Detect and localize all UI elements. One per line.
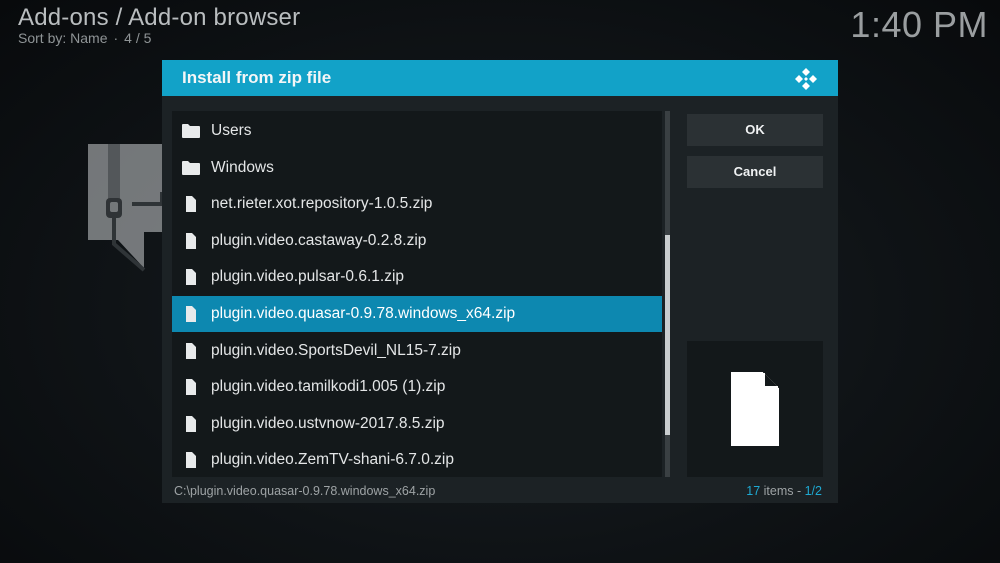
- file-icon: [182, 196, 200, 213]
- folder-item[interactable]: Users: [172, 113, 662, 149]
- file-item[interactable]: plugin.video.ustvnow-2017.8.5.zip: [172, 406, 662, 442]
- item-label: plugin.video.ustvnow-2017.8.5.zip: [211, 414, 445, 432]
- cancel-button[interactable]: Cancel: [687, 156, 823, 188]
- file-icon: [182, 452, 200, 469]
- item-count-label: items -: [760, 484, 805, 498]
- file-item[interactable]: net.rieter.xot.repository-1.0.5.zip: [172, 186, 662, 222]
- file-icon: [182, 232, 200, 249]
- file-item[interactable]: plugin.video.castaway-0.2.8.zip: [172, 223, 662, 259]
- item-label: plugin.video.quasar-0.9.78.windows_x64.z…: [211, 305, 516, 322]
- item-label: plugin.video.castaway-0.2.8.zip: [211, 231, 427, 249]
- kodi-logo-icon: [795, 68, 817, 90]
- item-label: Windows: [211, 158, 274, 176]
- sort-info: Sort by: Name · 4 / 5: [18, 30, 151, 46]
- file-icon: [182, 342, 200, 359]
- preview-panel: [687, 341, 823, 477]
- sort-label: Sort by: Name: [18, 30, 108, 46]
- item-count: 17 items - 1/2: [746, 484, 822, 498]
- scrollbar-thumb[interactable]: [665, 235, 670, 435]
- file-icon: [182, 415, 200, 432]
- item-label: Users: [211, 122, 252, 139]
- install-zip-dialog: Install from zip file Users Windows net.ri…: [162, 60, 838, 503]
- dialog-title: Install from zip file: [182, 68, 332, 87]
- position-indicator: 4 / 5: [124, 30, 152, 46]
- file-item[interactable]: plugin.video.quasar-0.9.78.windows_x64.z…: [172, 296, 662, 332]
- separator: ·: [113, 30, 119, 46]
- file-icon: [182, 379, 200, 396]
- page-title: Add-ons / Add-on browser: [18, 4, 301, 31]
- clock: 1:40 PM: [850, 4, 988, 45]
- file-list[interactable]: Users Windows net.rieter.xot.repository-1.…: [172, 111, 662, 477]
- file-icon: [182, 306, 200, 322]
- item-label: plugin.video.tamilkodi1.005 (1).zip: [211, 378, 446, 396]
- ok-button[interactable]: OK: [687, 114, 823, 146]
- item-label: net.rieter.xot.repository-1.0.5.zip: [211, 195, 433, 213]
- file-item[interactable]: plugin.video.pulsar-0.6.1.zip: [172, 259, 662, 295]
- item-label: plugin.video.pulsar-0.6.1.zip: [211, 268, 405, 286]
- item-label: plugin.video.ZemTV-shani-6.7.0.zip: [211, 451, 454, 469]
- file-icon: [182, 269, 200, 286]
- file-item[interactable]: plugin.video.ZemTV-shani-6.7.0.zip: [172, 442, 662, 477]
- file-item[interactable]: plugin.video.SportsDevil_NL15-7.zip: [172, 333, 662, 369]
- item-count-number: 17: [746, 484, 761, 498]
- page-indicator: 1/2: [804, 484, 822, 498]
- selected-path: C:\plugin.video.quasar-0.9.78.windows_x6…: [174, 484, 436, 498]
- file-item[interactable]: plugin.video.tamilkodi1.005 (1).zip: [172, 369, 662, 405]
- item-label: plugin.video.SportsDevil_NL15-7.zip: [211, 341, 461, 359]
- folder-icon: [182, 123, 200, 139]
- dialog-header: Install from zip file: [162, 60, 838, 96]
- folder-item[interactable]: Windows: [172, 150, 662, 186]
- file-preview-icon: [731, 372, 779, 446]
- folder-icon: [182, 160, 200, 176]
